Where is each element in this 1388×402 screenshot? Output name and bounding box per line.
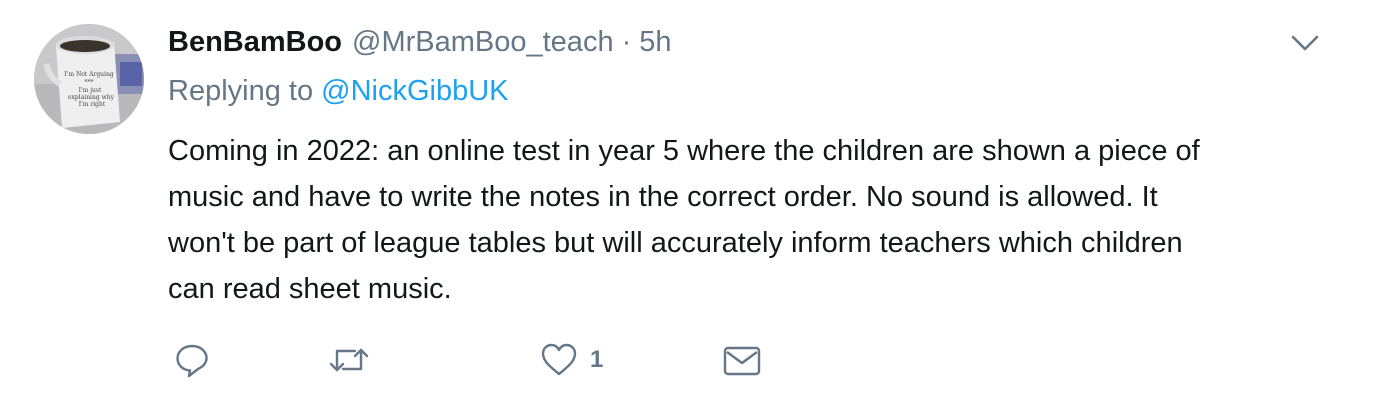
separator-dot: ·	[621, 25, 632, 58]
tweet-text-line: music and have to write the notes in the…	[168, 181, 1158, 213]
tweet-text-line: can read sheet music.	[168, 273, 452, 305]
tweet-header: BenBamBoo @MrBamBoo_teach · 5h	[168, 22, 672, 62]
replying-mention-link[interactable]: @NickGibbUK	[321, 75, 508, 107]
chevron-down-icon	[1291, 35, 1319, 51]
avatar-mug-text-5: I'm right	[79, 101, 106, 108]
tweet-text-line: won't be part of league tables but will …	[168, 227, 1183, 259]
user-handle[interactable]: @MrBamBoo_teach	[352, 26, 614, 59]
tweet: I'm Not Arguing *** I'm just explaining …	[0, 0, 1388, 402]
avatar[interactable]: I'm Not Arguing *** I'm just explaining …	[34, 24, 144, 134]
display-name[interactable]: BenBamBoo	[168, 26, 342, 59]
avatar-image: I'm Not Arguing *** I'm just explaining …	[34, 24, 144, 134]
retweet-icon	[329, 348, 369, 372]
timestamp[interactable]: 5h	[639, 26, 671, 59]
reply-icon	[176, 344, 208, 378]
direct-message-button[interactable]	[722, 336, 762, 384]
envelope-icon	[723, 346, 761, 376]
tweet-actions: 1	[168, 336, 808, 384]
more-options-button[interactable]	[1288, 28, 1322, 58]
avatar-mug-text-4: explaining why	[68, 94, 115, 101]
replying-prefix: Replying to	[168, 75, 314, 107]
avatar-mug-text-2: ***	[85, 79, 94, 86]
heart-icon	[541, 343, 577, 376]
tweet-text-line: Coming in 2022: an online test in year 5…	[168, 135, 1200, 167]
retweet-button[interactable]	[328, 336, 370, 384]
tweet-text: Coming in 2022: an online test in year 5…	[168, 128, 1338, 312]
avatar-mug-text-1: I'm Not Arguing	[64, 71, 113, 78]
avatar-mug-text-3: I'm just	[79, 87, 102, 94]
reply-button[interactable]	[174, 336, 210, 384]
like-button[interactable]: 1	[540, 336, 603, 384]
like-count: 1	[590, 346, 604, 373]
replying-to: Replying to @NickGibbUK	[168, 75, 509, 108]
